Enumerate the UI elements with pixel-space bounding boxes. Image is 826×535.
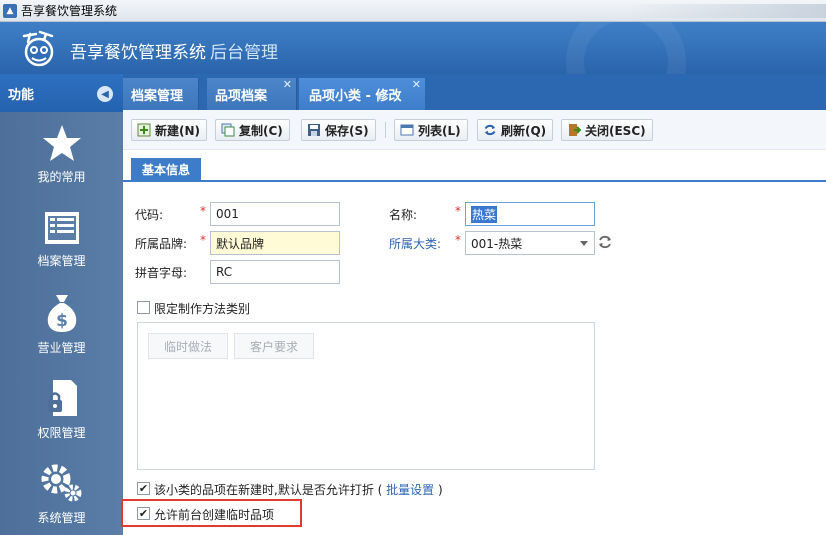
toolbar: 新建(N) 复制(C) 保存(S) 列表(L) 刷新(Q) 关闭(ESC) (123, 110, 826, 150)
required-mark: * (200, 233, 206, 247)
tab-archives[interactable]: 档案管理 (123, 78, 199, 110)
restrict-method-label: 限定制作方法类别 (154, 302, 251, 316)
required-mark: * (455, 204, 461, 218)
save-disk-icon (306, 122, 322, 138)
name-field[interactable]: 热菜 (465, 202, 595, 226)
section-divider (123, 180, 826, 182)
batch-settings-link[interactable]: 批量设置 (386, 483, 434, 497)
collapse-sidebar-button[interactable]: ◀ (97, 86, 113, 102)
dropdown-arrow-icon (580, 241, 588, 246)
refresh-icon[interactable] (597, 234, 613, 250)
header-decoration (566, 22, 686, 74)
star-icon (42, 125, 81, 161)
required-mark: * (455, 233, 461, 247)
close-icon[interactable]: ✕ (412, 78, 421, 91)
refresh-icon (482, 122, 498, 138)
close-button[interactable]: 关闭(ESC) (561, 119, 653, 141)
default-discount-checkbox[interactable]: ✔ (137, 482, 150, 495)
pinyin-label: 拼音字母: (135, 266, 188, 280)
pinyin-field[interactable]: RC (210, 260, 340, 284)
restrict-method-checkbox[interactable] (137, 301, 150, 314)
add-icon (136, 122, 152, 138)
allow-temp-item-label: 允许前台创建临时品项 (154, 508, 275, 522)
brand-field[interactable]: 默认品牌 (210, 231, 340, 255)
app-header: 吾享餐饮管理系统 后台管理 (0, 22, 826, 74)
code-field[interactable]: 001 (210, 202, 340, 226)
list-icon (399, 122, 415, 138)
sidebar-item-archives[interactable]: 档案管理 (0, 197, 123, 282)
allow-temp-item-checkbox[interactable]: ✔ (137, 507, 150, 520)
code-label: 代码: (135, 208, 164, 222)
temp-method-button[interactable]: 临时做法 (148, 333, 228, 359)
main-content: 新建(N) 复制(C) 保存(S) 列表(L) 刷新(Q) 关闭(ESC) 基本… (121, 110, 826, 535)
brand-label: 所属品牌: (135, 237, 188, 251)
refresh-button[interactable]: 刷新(Q) (477, 119, 554, 141)
app-window-icon: ▲ (3, 3, 17, 18)
method-category-panel: 临时做法 客户要求 (137, 322, 595, 470)
mascot-logo-icon (22, 30, 54, 67)
exit-door-icon (566, 122, 582, 138)
sidebar: 功能 ◀ 我的常用 档案管理 $ 营业管理 权限管理 系统管理 (0, 74, 123, 535)
section-tab-basic-info[interactable]: 基本信息 (131, 158, 201, 180)
gears-icon (41, 464, 81, 502)
customer-request-button[interactable]: 客户要求 (234, 333, 314, 359)
name-label: 名称: (389, 208, 418, 222)
copy-icon (220, 122, 236, 138)
sidebar-item-favorites[interactable]: 我的常用 (0, 112, 123, 197)
tab-item-archive[interactable]: 品项档案 ✕ (207, 78, 297, 110)
window-title-bar: ▲ 吾享餐饮管理系统 (0, 0, 826, 22)
svg-text:$: $ (56, 311, 68, 331)
chevron-left-icon: ◀ (101, 88, 109, 100)
sidebar-header: 功能 ◀ (0, 74, 123, 112)
sidebar-item-business[interactable]: $ 营业管理 (0, 282, 123, 367)
copy-button[interactable]: 复制(C) (215, 119, 290, 141)
file-list-icon (44, 212, 79, 244)
save-button[interactable]: 保存(S) (301, 119, 376, 141)
default-discount-label: 该小类的品项在新建时,默认是否允许打折 ( 批量设置 ) (154, 483, 443, 497)
tab-bar: 档案管理 品项档案 ✕ 品项小类 - 修改 ✕ (123, 74, 826, 110)
required-mark: * (200, 204, 206, 218)
category-dropdown[interactable]: 001-热菜 (465, 231, 595, 255)
window-title-fade (626, 4, 826, 18)
sidebar-item-system[interactable]: 系统管理 (0, 452, 123, 535)
window-title: 吾享餐饮管理系统 (21, 4, 118, 18)
sidebar-item-permissions[interactable]: 权限管理 (0, 367, 123, 452)
tab-item-subcategory-edit[interactable]: 品项小类 - 修改 ✕ (299, 78, 425, 110)
app-title: 吾享餐饮管理系统 后台管理 (70, 43, 278, 63)
close-icon[interactable]: ✕ (283, 78, 292, 91)
list-button[interactable]: 列表(L) (394, 119, 468, 141)
money-bag-icon: $ (47, 295, 76, 332)
category-label[interactable]: 所属大类: (389, 235, 441, 252)
lock-document-icon (47, 380, 77, 416)
new-button[interactable]: 新建(N) (131, 119, 208, 141)
toolbar-divider (385, 122, 386, 138)
